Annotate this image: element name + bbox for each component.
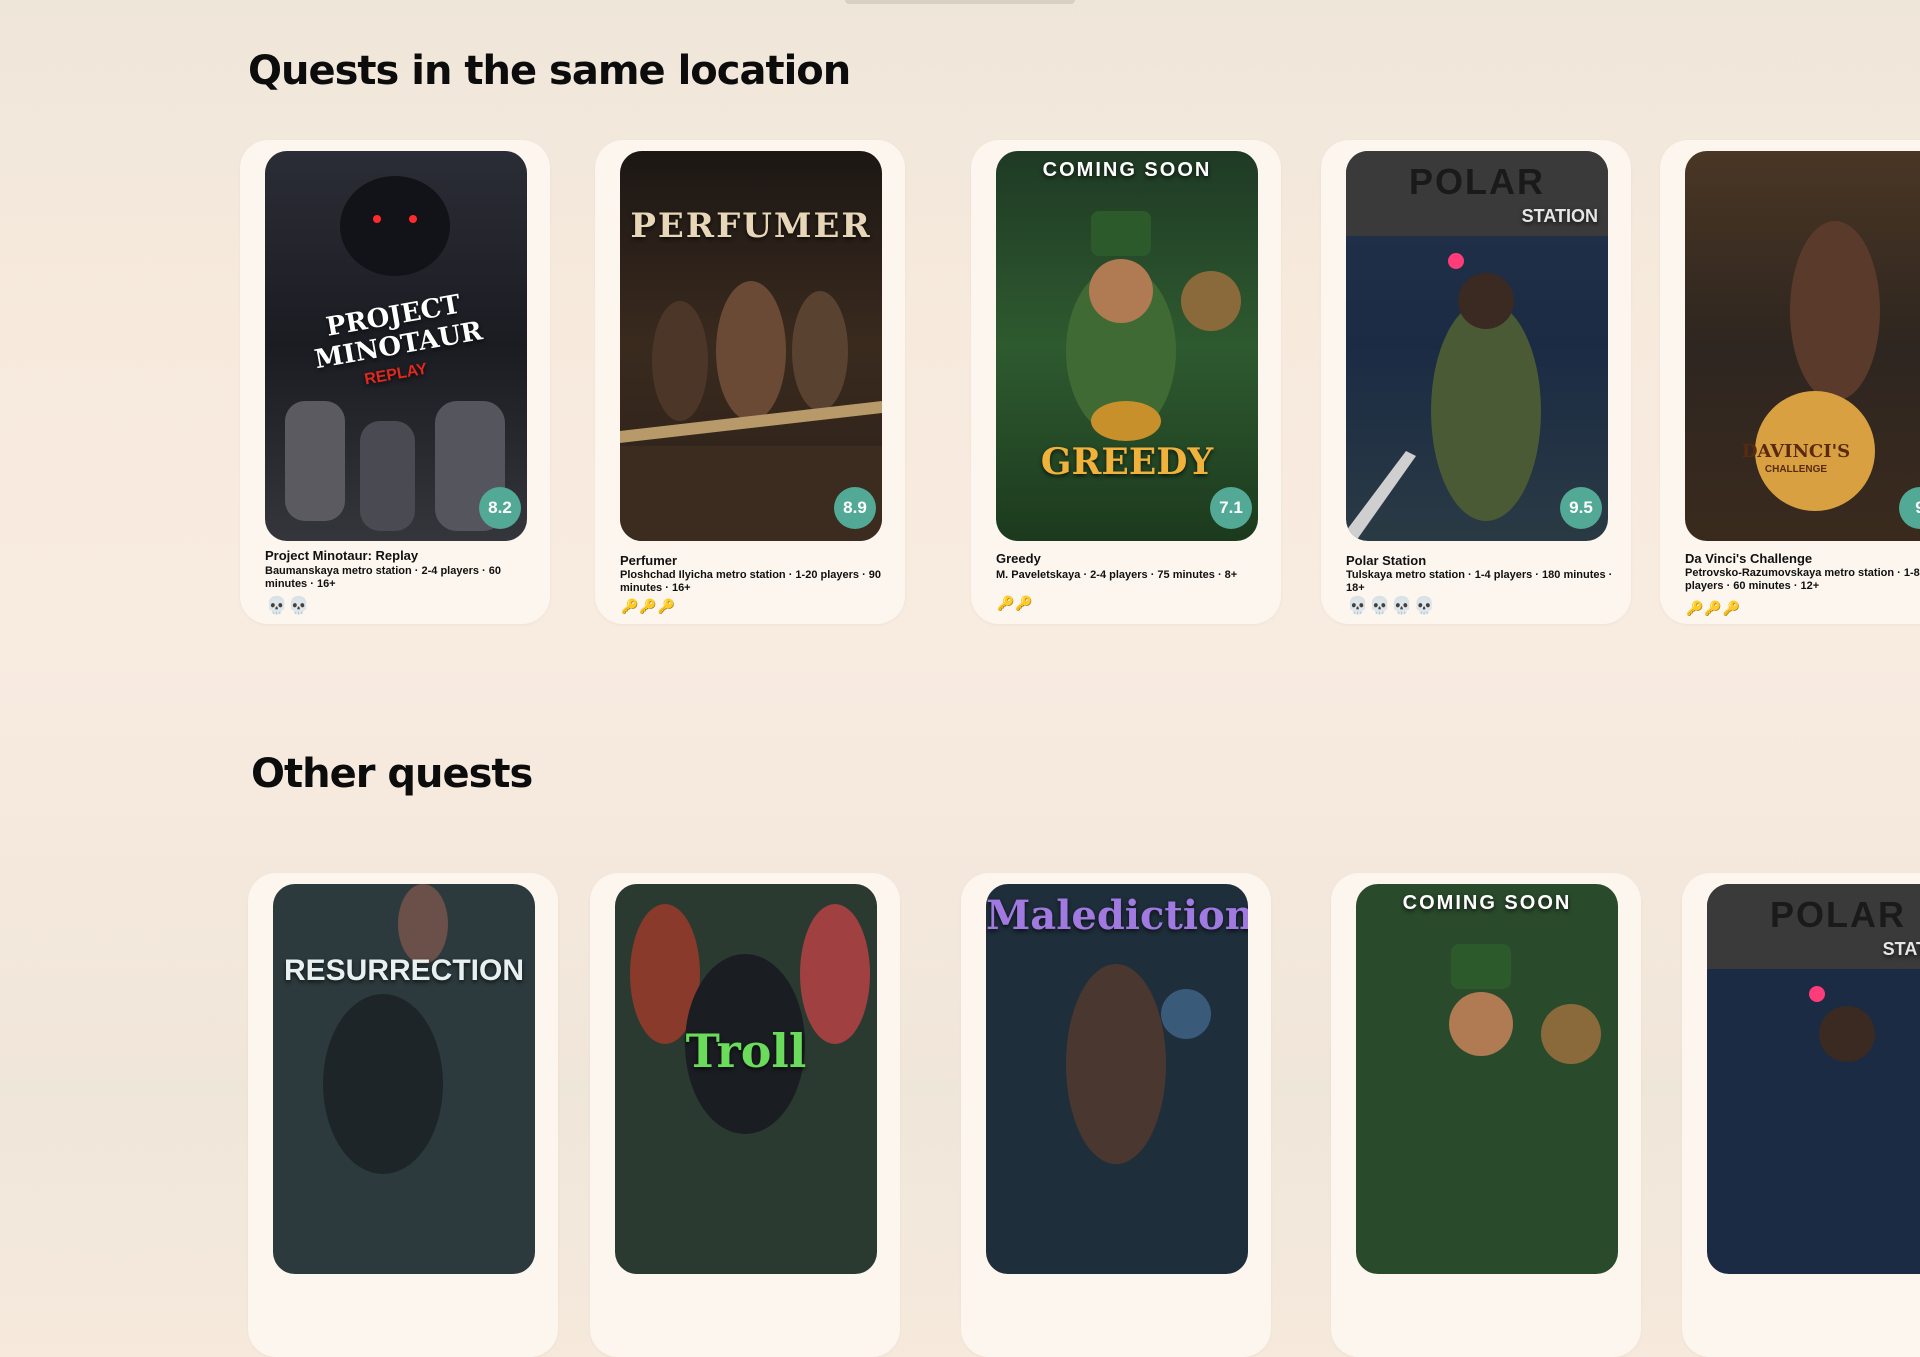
quest-poster: DAVINCI'S CHALLENGE 9 [1685,151,1920,541]
quest-poster: COMING SOON GREEDY 7.1 [996,151,1258,541]
poster-title: Troll [685,1024,807,1078]
poster-title: GREEDY [1040,441,1214,483]
difficulty-key-icons: 🔑🔑🔑 [1686,600,1742,616]
poster-subtitle: STATION [1521,206,1598,226]
quest-meta: M. Paveletskaya · 2-4 players · 75 minut… [996,569,1238,581]
section-title-same-location: Quests in the same location [248,48,851,94]
quest-meta: Petrovsko-Razumovskaya metro station · 1… [1685,567,1920,592]
quest-name: Project Minotaur: Replay [265,548,419,563]
rating-badge: 8.2 [479,487,521,529]
poster-title: PERFUMER [630,206,872,246]
quest-poster: Malediction [986,884,1248,1274]
quest-name: Greedy [996,551,1041,566]
quest-card-polar-station-other[interactable]: POLAR STATION [1682,873,1920,1357]
quest-poster: PROJECT MINOTAUR REPLAY 8.2 [265,151,527,541]
poster-subtitle: STATION [1882,939,1920,959]
coming-soon-badge: COMING SOON [1402,892,1572,914]
difficulty-key-icons: 🔑🔑🔑 [621,598,677,614]
other-quests-carousel: RESURRECTION Troll Malediction COMING SO… [0,873,1920,1357]
poster-title: DAVINCI'S [1741,441,1851,462]
quest-poster: RESURRECTION [273,884,535,1274]
section-title-other-quests: Other quests [251,751,533,797]
coming-soon-badge: COMING SOON [1042,159,1212,181]
rating-badge: 8.9 [834,487,876,529]
quest-meta: Tulskaya metro station · 1-4 players · 1… [1346,569,1613,594]
poster-title: Malediction [986,892,1248,939]
quest-poster: Troll [615,884,877,1274]
quest-card-polar-station[interactable]: POLAR STATION 9.5 Polar Station Tulskaya… [1321,140,1631,624]
quest-card-resurrection[interactable]: RESURRECTION [248,873,558,1357]
quest-meta: Baumanskaya metro station · 2-4 players … [265,565,501,590]
quest-poster: POLAR STATION 9.5 [1346,151,1608,541]
difficulty-key-icons: 🔑🔑 [997,595,1034,611]
difficulty-skull-icons: 💀💀💀💀 [1347,596,1436,615]
rating-badge: 7.1 [1210,487,1252,529]
poster-title: POLAR [1409,161,1545,202]
quest-card-malediction[interactable]: Malediction [961,873,1271,1357]
quest-name: Perfumer [620,553,678,568]
quest-card-greedy[interactable]: COMING SOON GREEDY 7.1 Greedy M. Pavelet… [971,140,1281,624]
rating-badge: 9.5 [1560,487,1602,529]
difficulty-skull-icons: 💀💀 [266,596,311,615]
top-scroll-handle [845,0,1075,4]
quest-name: Polar Station [1346,553,1427,568]
quest-name: Da Vinci's Challenge [1685,551,1813,566]
poster-subtitle: CHALLENGE [1764,464,1828,475]
quest-poster: PERFUMER 8.9 [620,151,882,541]
quest-poster: POLAR STATION [1707,884,1920,1274]
quest-meta: Ploshchad Ilyicha metro station · 1-20 p… [620,569,882,594]
quest-card-project-minotaur[interactable]: PROJECT MINOTAUR REPLAY 8.2 Project Mino… [240,140,550,624]
poster-title: POLAR [1770,894,1906,935]
quest-poster: COMING SOON [1356,884,1618,1274]
quest-card-da-vinci[interactable]: DAVINCI'S CHALLENGE 9 Da Vinci's Challen… [1660,140,1920,624]
poster-title: RESURRECTION [283,954,524,987]
same-location-carousel: PROJECT MINOTAUR REPLAY 8.2 Project Mino… [0,140,1920,640]
quest-card-greedy-other[interactable]: COMING SOON [1331,873,1641,1357]
quest-card-perfumer[interactable]: PERFUMER 8.9 Perfumer Ploshchad Ilyicha … [595,140,905,624]
quest-card-troll[interactable]: Troll [590,873,900,1357]
